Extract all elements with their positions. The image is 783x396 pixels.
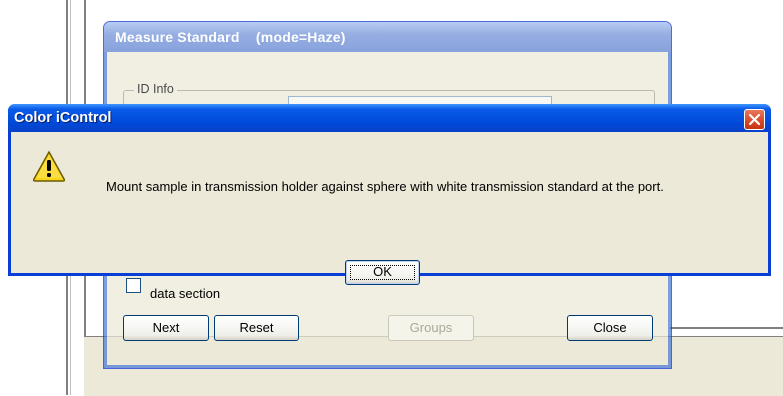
groups-button[interactable]: Groups bbox=[388, 315, 474, 341]
measure-standard-title: Measure Standard (mode=Haze) bbox=[115, 29, 346, 45]
next-button[interactable]: Next bbox=[123, 315, 209, 341]
warning-icon bbox=[32, 150, 66, 182]
frame-divider bbox=[670, 327, 783, 329]
measure-standard-titlebar[interactable]: Measure Standard (mode=Haze) bbox=[104, 22, 671, 52]
ok-button[interactable]: OK bbox=[345, 260, 420, 285]
dialog-message: Mount sample in transmission holder agai… bbox=[106, 179, 664, 194]
id-info-label: ID Info bbox=[134, 82, 177, 96]
close-button[interactable]: Close bbox=[567, 315, 653, 341]
dialog-close-button[interactable] bbox=[744, 109, 765, 130]
dialog-titlebar[interactable]: Color iControl bbox=[8, 104, 771, 132]
ok-focus-rect bbox=[350, 265, 415, 280]
close-icon bbox=[748, 113, 761, 126]
dialog-body: Mount sample in transmission holder agai… bbox=[11, 132, 768, 285]
color-icontrol-dialog: Color iControl Mount sample in transmiss… bbox=[8, 104, 771, 285]
data-section-label: data section bbox=[150, 286, 221, 301]
data-section-checkbox[interactable] bbox=[126, 278, 141, 293]
reset-button[interactable]: Reset bbox=[214, 315, 299, 341]
dialog-title: Color iControl bbox=[14, 110, 112, 126]
